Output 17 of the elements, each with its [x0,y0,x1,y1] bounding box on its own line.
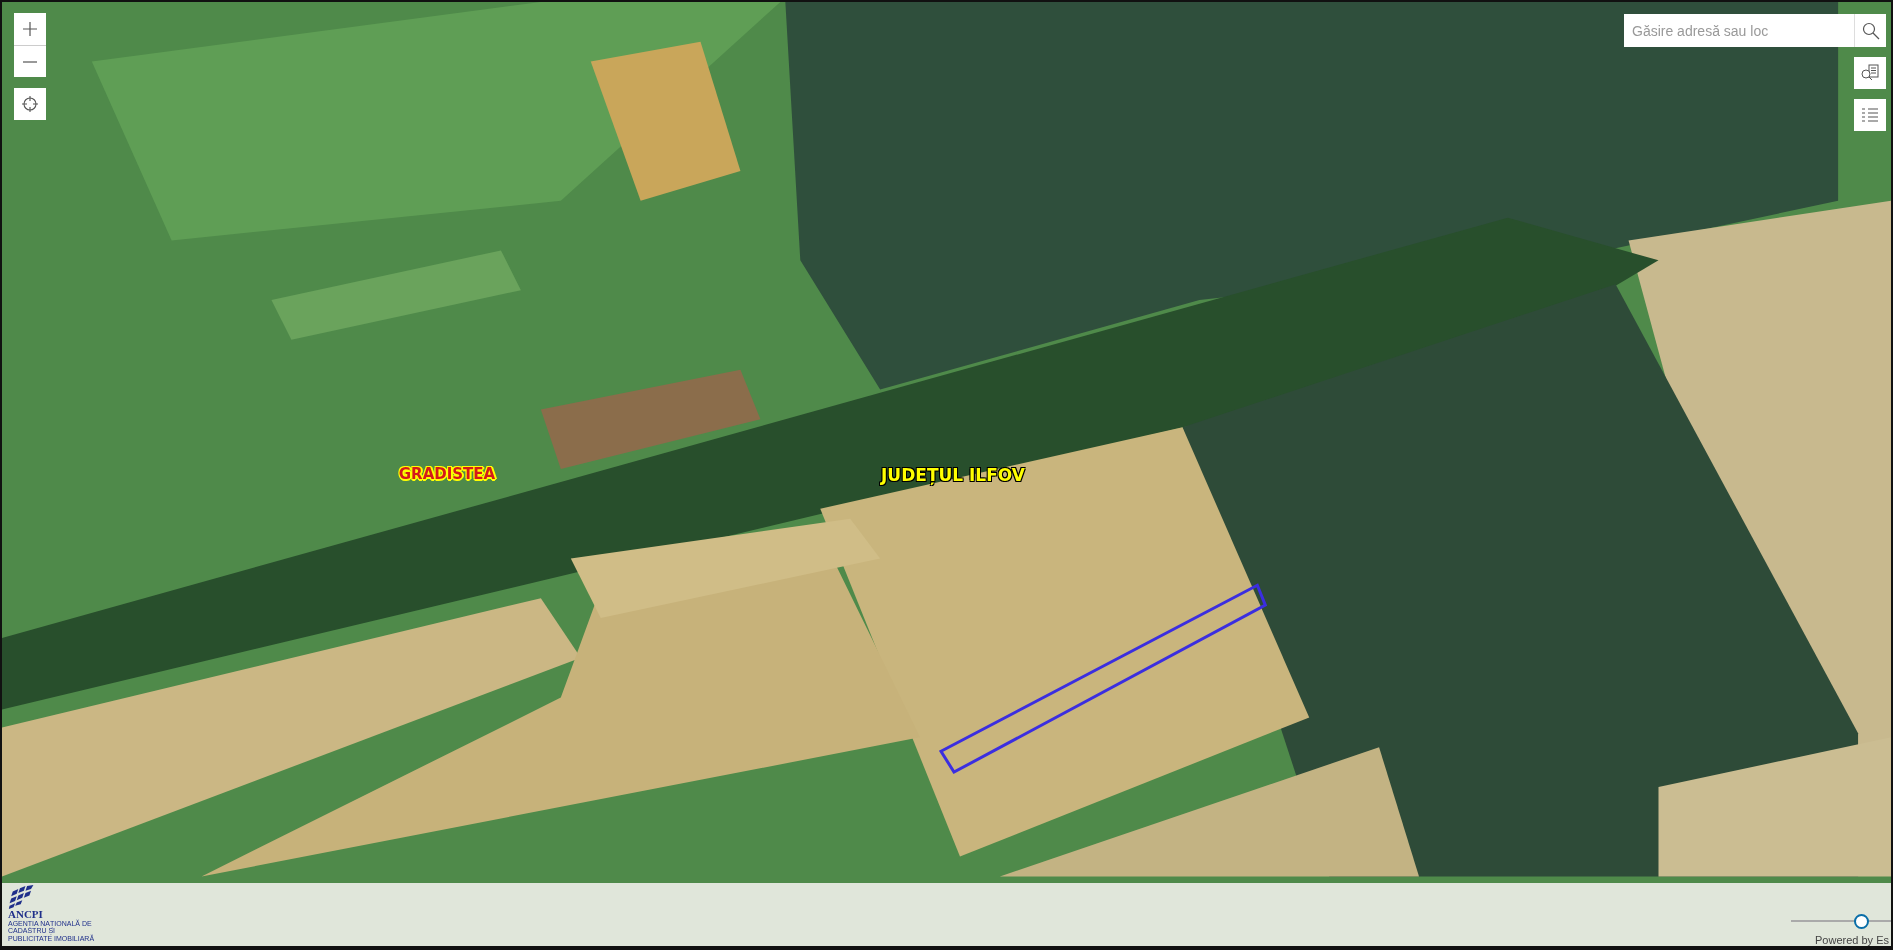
slider-thumb[interactable] [1854,914,1869,929]
plus-icon [22,21,38,37]
zoom-in-button[interactable] [14,13,46,45]
map-label: JUDEȚUL ILFOV [881,465,1025,485]
document-search-button[interactable] [1854,57,1886,89]
legend-button[interactable] [1854,99,1886,131]
document-magnifier-icon [1860,64,1880,82]
crosshair-icon [21,95,39,113]
minus-icon [22,60,38,63]
logo-text: ANCPI [8,909,43,920]
search-icon [1861,21,1880,40]
ancpi-logo-icon [8,885,35,909]
attribution-text: Powered by Es [1815,935,1890,946]
zoom-out-button[interactable] [14,45,46,77]
map-label: GRADISTEA [398,465,496,483]
list-icon [1861,106,1879,124]
locate-button[interactable] [14,88,46,120]
